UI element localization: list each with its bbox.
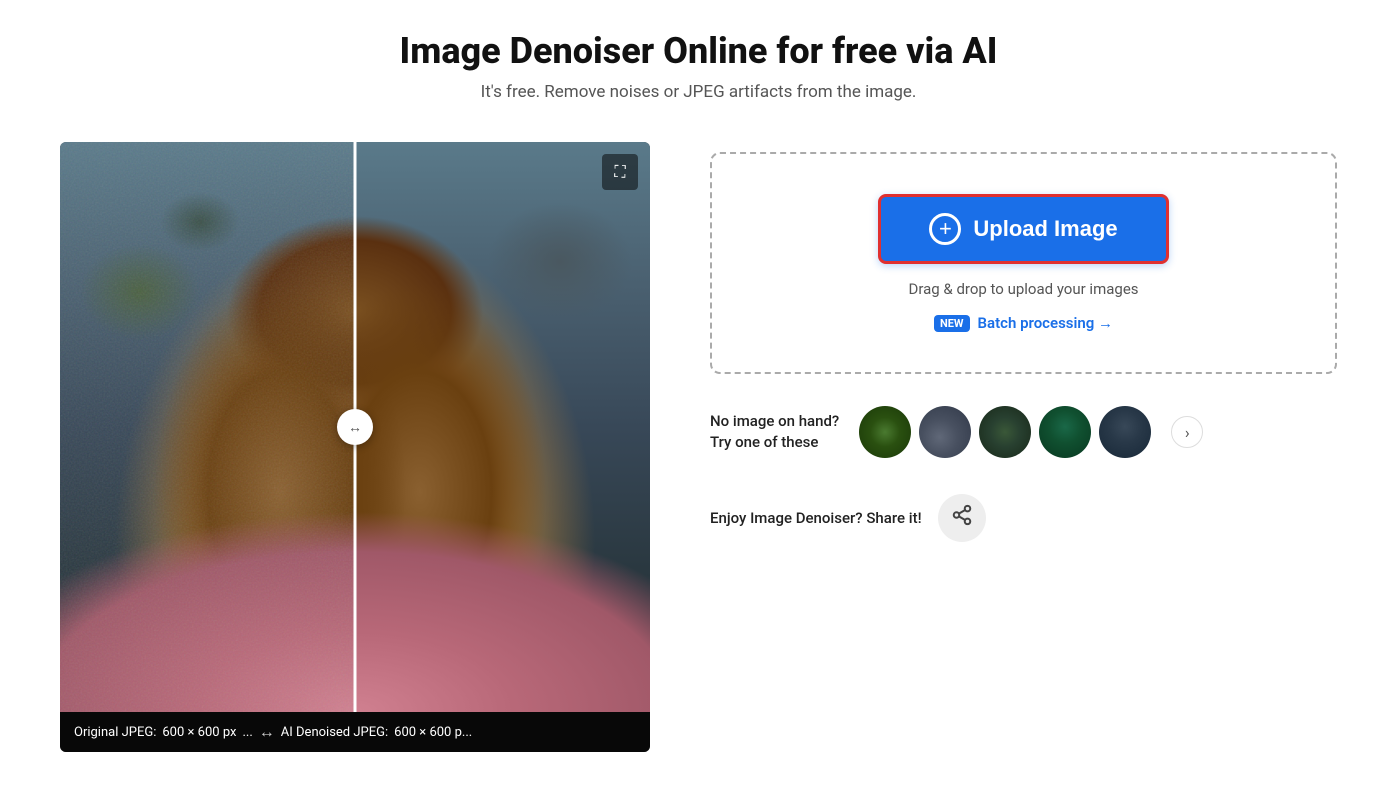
handle-arrows: ↔ [348,419,362,436]
sample-thumbnails [859,406,1151,458]
page-header: Image Denoiser Online for free via AI It… [60,30,1337,102]
sample-thumb-2[interactable] [919,406,971,458]
batch-processing-link[interactable]: NEW Batch processing → [934,314,1113,332]
share-row: Enjoy Image Denoiser? Share it! [710,494,1337,542]
upload-dropzone[interactable]: + Upload Image Drag & drop to upload you… [710,152,1337,374]
share-button[interactable] [938,494,986,542]
original-size: 600 × 600 px [162,725,236,740]
sample-thumb-3[interactable] [979,406,1031,458]
main-content: ↔ ⛶ Original JPEG: 600 × 600 px ... ↔ AI… [60,142,1337,752]
image-comparison-view: ↔ ⛶ [60,142,650,712]
denoised-size: 600 × 600 p... [394,725,472,740]
plus-icon: + [939,218,952,240]
share-icon [951,504,973,532]
right-panel: + Upload Image Drag & drop to upload you… [710,142,1337,542]
upload-button-label: Upload Image [973,216,1117,242]
noise-overlay [60,142,355,712]
drag-drop-label: Drag & drop to upload your images [908,280,1138,298]
bottom-bar-content: Original JPEG: 600 × 600 px ... ↔ AI Den… [74,722,472,742]
batch-link-text[interactable]: Batch processing → [978,314,1114,332]
ellipsis: ... [242,725,252,740]
sample-thumb-1[interactable] [859,406,911,458]
plus-circle-icon: + [929,213,961,245]
sample-images-row: No image on hand? Try one of these › [710,406,1337,458]
denoised-label: AI Denoised JPEG: [281,725,388,740]
next-samples-button[interactable]: › [1171,416,1203,448]
chevron-right-icon: › [1185,423,1190,442]
sample-thumb-4[interactable] [1039,406,1091,458]
share-label: Enjoy Image Denoiser? Share it! [710,509,922,527]
expand-icon: ⛶ [614,162,625,182]
comparison-handle[interactable]: ↔ [337,409,373,445]
page-title: Image Denoiser Online for free via AI [60,30,1337,72]
arrow-icon: ↔ [259,722,275,742]
sample-label: No image on hand? Try one of these [710,411,839,453]
new-badge: NEW [934,315,970,332]
image-info-bar: Original JPEG: 600 × 600 px ... ↔ AI Den… [60,712,650,752]
expand-button[interactable]: ⛶ [602,154,638,190]
image-comparison-panel: ↔ ⛶ Original JPEG: 600 × 600 px ... ↔ AI… [60,142,650,752]
upload-button[interactable]: + Upload Image [878,194,1168,264]
page-subtitle: It's free. Remove noises or JPEG artifac… [60,82,1337,102]
original-label: Original JPEG: [74,725,156,740]
sample-thumb-5[interactable] [1099,406,1151,458]
